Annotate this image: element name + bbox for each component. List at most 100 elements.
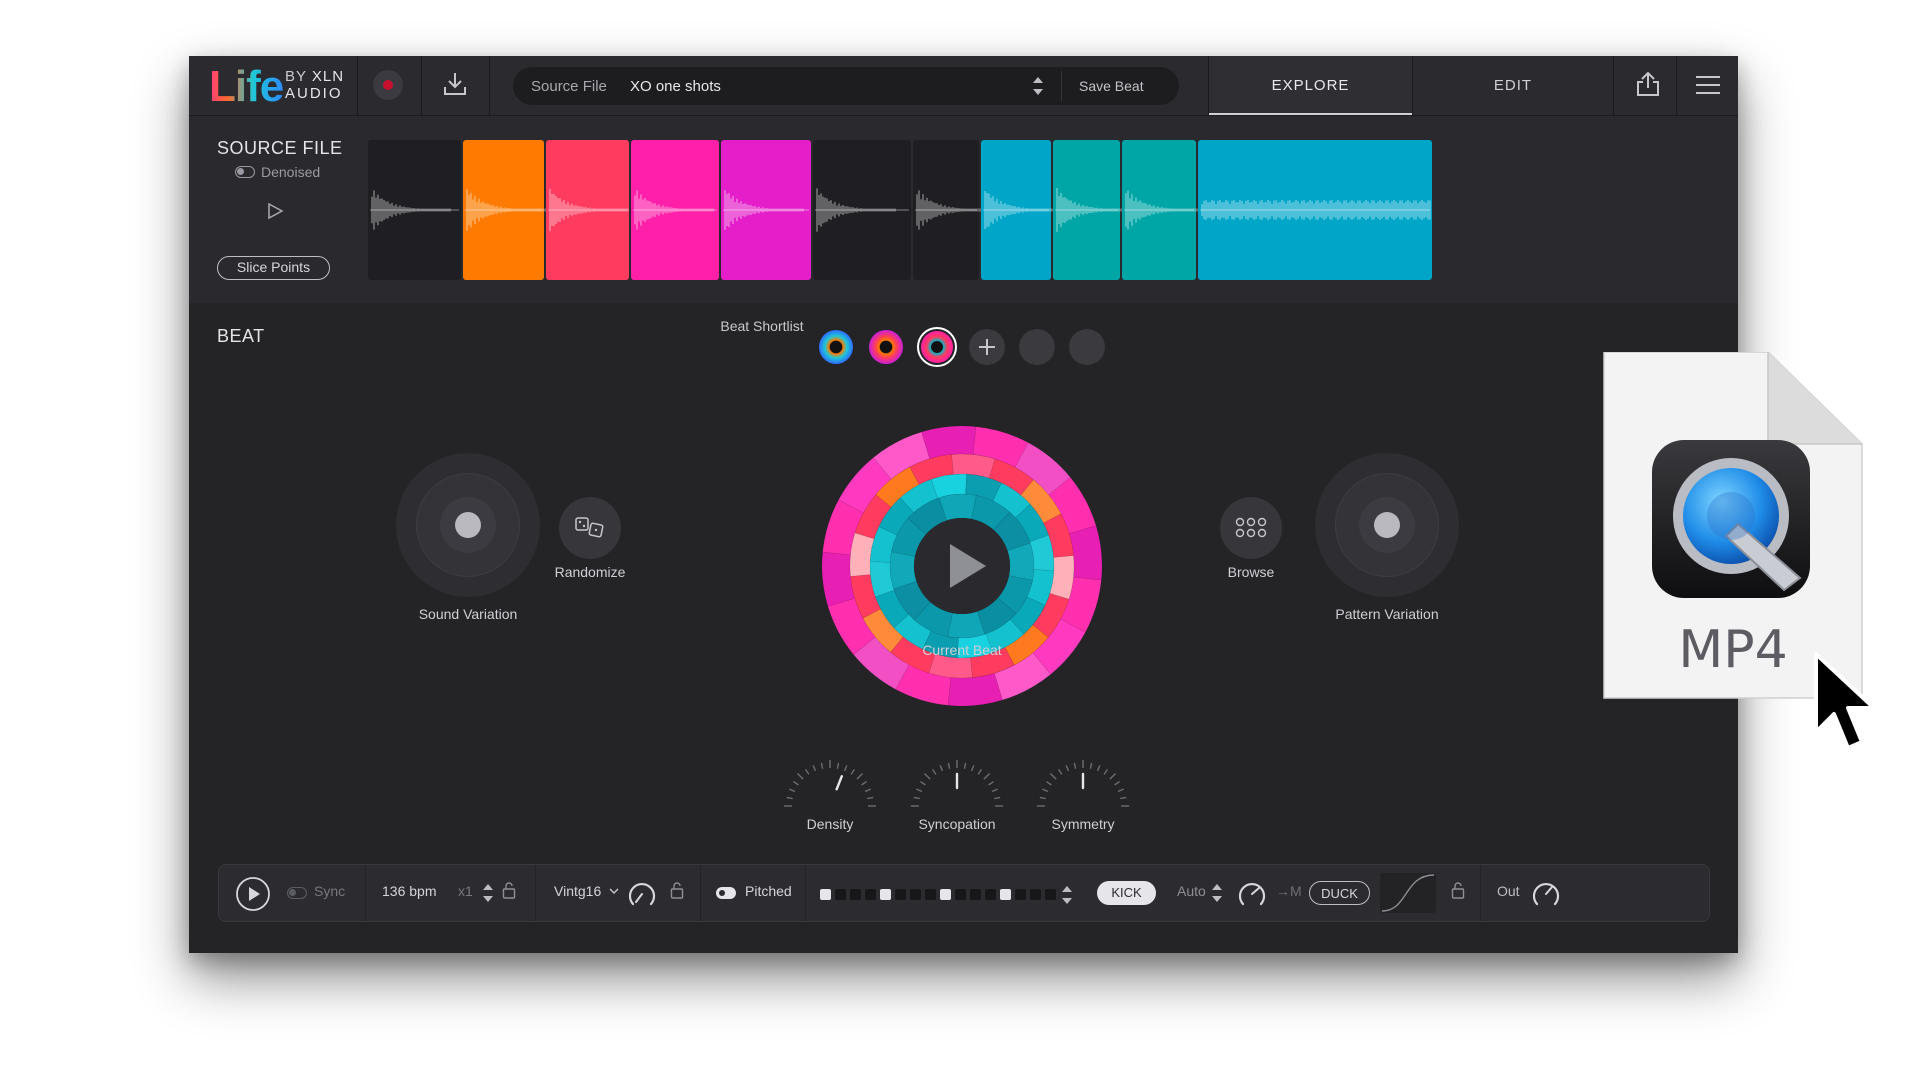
dial-tick <box>836 762 840 769</box>
dial-tick <box>988 780 994 786</box>
pitched-toggle-knob <box>719 890 725 896</box>
browse-label: Browse <box>1227 564 1275 580</box>
divider <box>535 865 536 921</box>
record-button[interactable] <box>371 68 405 102</box>
dial-tick <box>850 769 856 775</box>
mp4-file-icon[interactable]: MP4 <box>1600 351 1880 772</box>
shortlist-slot-1[interactable] <box>819 330 853 364</box>
divider <box>805 865 806 921</box>
save-beat-button[interactable]: Save Beat <box>1079 78 1144 94</box>
lock-icon[interactable] <box>1451 881 1465 899</box>
tab-edit[interactable]: EDIT <box>1413 56 1613 115</box>
steps-down-arrow-icon[interactable] <box>1062 898 1072 904</box>
dial-tick <box>789 788 796 793</box>
route-m-label[interactable]: →M <box>1276 883 1302 899</box>
sequencer-step[interactable] <box>880 889 891 900</box>
randomize-label: Randomize <box>554 564 626 580</box>
up-down-arrows-icon[interactable] <box>1032 75 1044 97</box>
browse-button[interactable] <box>1220 497 1282 559</box>
kick-button[interactable]: KICK <box>1097 881 1156 905</box>
auto-stepper-icon[interactable] <box>1211 881 1223 905</box>
source-file-selector[interactable]: Source File XO one shots Save Beat <box>513 67 1179 105</box>
step-sequencer[interactable] <box>816 883 1076 907</box>
dial-tick <box>977 769 983 775</box>
swing-knob[interactable] <box>625 877 659 911</box>
symmetry-dial[interactable] <box>1033 756 1133 812</box>
download-icon[interactable] <box>442 70 468 98</box>
sequencer-step[interactable] <box>940 889 951 900</box>
shortlist-slot-2[interactable] <box>869 330 903 364</box>
play-icon[interactable] <box>235 876 271 912</box>
dial-tick <box>864 788 871 793</box>
share-icon[interactable] <box>1635 70 1661 98</box>
sequencer-step[interactable] <box>1000 889 1011 900</box>
beat-shortlist <box>819 327 1105 367</box>
lock-icon[interactable] <box>502 881 516 899</box>
play-source-icon[interactable] <box>266 202 284 220</box>
menu-icon[interactable] <box>1694 74 1722 96</box>
sequencer-step[interactable] <box>985 889 996 900</box>
randomize-button[interactable] <box>559 497 621 559</box>
dial-tick <box>970 765 975 772</box>
denoised-toggle[interactable] <box>235 166 255 178</box>
dial-tick <box>820 762 824 769</box>
dial-tick <box>1073 762 1077 769</box>
waveform-slices[interactable] <box>367 140 1707 280</box>
source-file-value[interactable]: XO one shots <box>630 78 721 95</box>
sequencer-step[interactable] <box>1015 889 1026 900</box>
bpm-value[interactable]: 136 bpm <box>382 883 436 899</box>
dice-icon <box>575 517 604 538</box>
syncopation-dial[interactable] <box>907 756 1007 812</box>
divider <box>365 865 366 921</box>
pitched-toggle[interactable] <box>716 887 736 899</box>
pitched-label: Pitched <box>745 883 792 899</box>
steps-up-arrow-icon[interactable] <box>1062 886 1072 892</box>
sequencer-step[interactable] <box>835 889 846 900</box>
duck-button[interactable]: DUCK <box>1309 881 1370 905</box>
source-file-panel: SOURCE FILE Denoised Slice Points <box>189 116 1738 303</box>
sequencer-step[interactable] <box>1045 889 1056 900</box>
sequencer-step[interactable] <box>910 889 921 900</box>
current-beat-wheel[interactable] <box>822 426 1102 706</box>
out-label: Out <box>1497 883 1520 899</box>
tempo-multiplier[interactable]: x1 <box>458 883 473 899</box>
output-knob[interactable] <box>1529 877 1563 911</box>
divider <box>1480 865 1481 921</box>
swing-preset[interactable]: Vintg16 <box>554 883 601 899</box>
denoised-label: Denoised <box>261 164 321 180</box>
sound-variation-label: Sound Variation <box>418 606 518 622</box>
sequencer-step[interactable] <box>895 889 906 900</box>
slice-points-button[interactable]: Slice Points <box>217 256 330 280</box>
beat-shortlist-label: Beat Shortlist <box>720 318 804 334</box>
sequencer-step[interactable] <box>865 889 876 900</box>
dial-tick <box>1042 788 1049 793</box>
dial-tick <box>796 772 804 780</box>
lock-icon[interactable] <box>670 881 684 899</box>
sequencer-step[interactable] <box>970 889 981 900</box>
pattern-variation-handle[interactable] <box>1374 512 1400 538</box>
dial-needle[interactable] <box>835 775 843 791</box>
shortlist-empty-slot[interactable] <box>1069 329 1105 365</box>
sequencer-step[interactable] <box>955 889 966 900</box>
dial-tick <box>1057 769 1063 775</box>
shortlist-empty-slot[interactable] <box>1019 329 1055 365</box>
bpm-stepper-icon[interactable] <box>482 881 494 905</box>
logo-life: Life <box>209 62 284 111</box>
dial-tick <box>947 762 951 769</box>
divider <box>1676 56 1677 115</box>
sequencer-step[interactable] <box>820 889 831 900</box>
tab-explore[interactable]: EXPLORE <box>1209 56 1412 115</box>
density-dial[interactable] <box>780 756 880 812</box>
dial-tick <box>916 788 923 793</box>
chevron-down-icon[interactable] <box>609 887 619 895</box>
sequencer-step[interactable] <box>925 889 936 900</box>
level-knob[interactable] <box>1235 877 1269 911</box>
sequencer-step[interactable] <box>1030 889 1041 900</box>
dial-tick <box>1109 772 1117 780</box>
syncopation-label: Syncopation <box>918 816 996 832</box>
shortlist-slot-3[interactable] <box>921 331 953 363</box>
envelope-curve-display[interactable] <box>1380 873 1436 913</box>
sound-variation-handle[interactable] <box>455 512 481 538</box>
sync-toggle[interactable] <box>287 887 307 899</box>
sequencer-step[interactable] <box>850 889 861 900</box>
